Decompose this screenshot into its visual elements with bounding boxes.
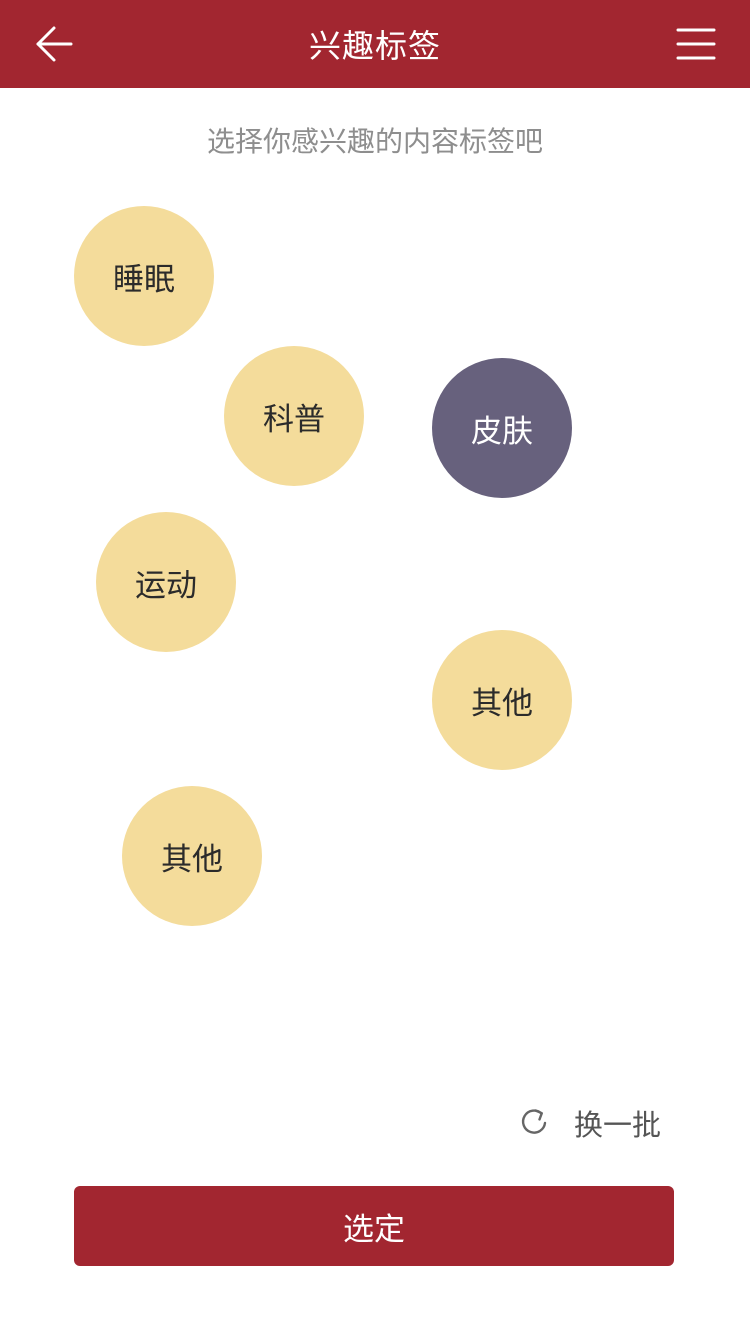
tag-bubble-sleep[interactable]: 睡眠 xyxy=(74,206,214,346)
refresh-label: 换一批 xyxy=(574,1108,662,1142)
instruction-text: 选择你感兴趣的内容标签吧 xyxy=(206,125,543,158)
page-title: 兴趣标签 xyxy=(308,27,441,65)
menu-button[interactable] xyxy=(668,16,724,72)
tag-label: 其他 xyxy=(471,685,533,722)
refresh-icon xyxy=(514,1103,554,1143)
tag-label: 其他 xyxy=(161,841,223,878)
tag-label: 睡眠 xyxy=(113,261,175,298)
hamburger-menu-icon xyxy=(676,28,716,60)
tag-bubble-other-2[interactable]: 其他 xyxy=(122,786,262,926)
refresh-batch-button[interactable]: 换一批 xyxy=(514,1096,661,1150)
tag-bubble-exercise[interactable]: 运动 xyxy=(96,512,236,652)
tag-label: 皮肤 xyxy=(471,413,533,450)
tag-label: 科普 xyxy=(263,401,325,438)
app-header: 兴趣标签 xyxy=(0,0,750,88)
interest-tags-screen: 兴趣标签 选择你感兴趣的内容标签吧 睡眠 科普 皮肤 运动 其他 其他 换一批 … xyxy=(0,0,750,1334)
tag-bubble-other[interactable]: 其他 xyxy=(432,630,572,770)
tag-bubble-skin-selected[interactable]: 皮肤 xyxy=(432,358,572,498)
confirm-button[interactable]: 选定 xyxy=(74,1186,674,1266)
tag-label: 运动 xyxy=(135,567,197,604)
tag-bubble-science[interactable]: 科普 xyxy=(224,346,364,486)
